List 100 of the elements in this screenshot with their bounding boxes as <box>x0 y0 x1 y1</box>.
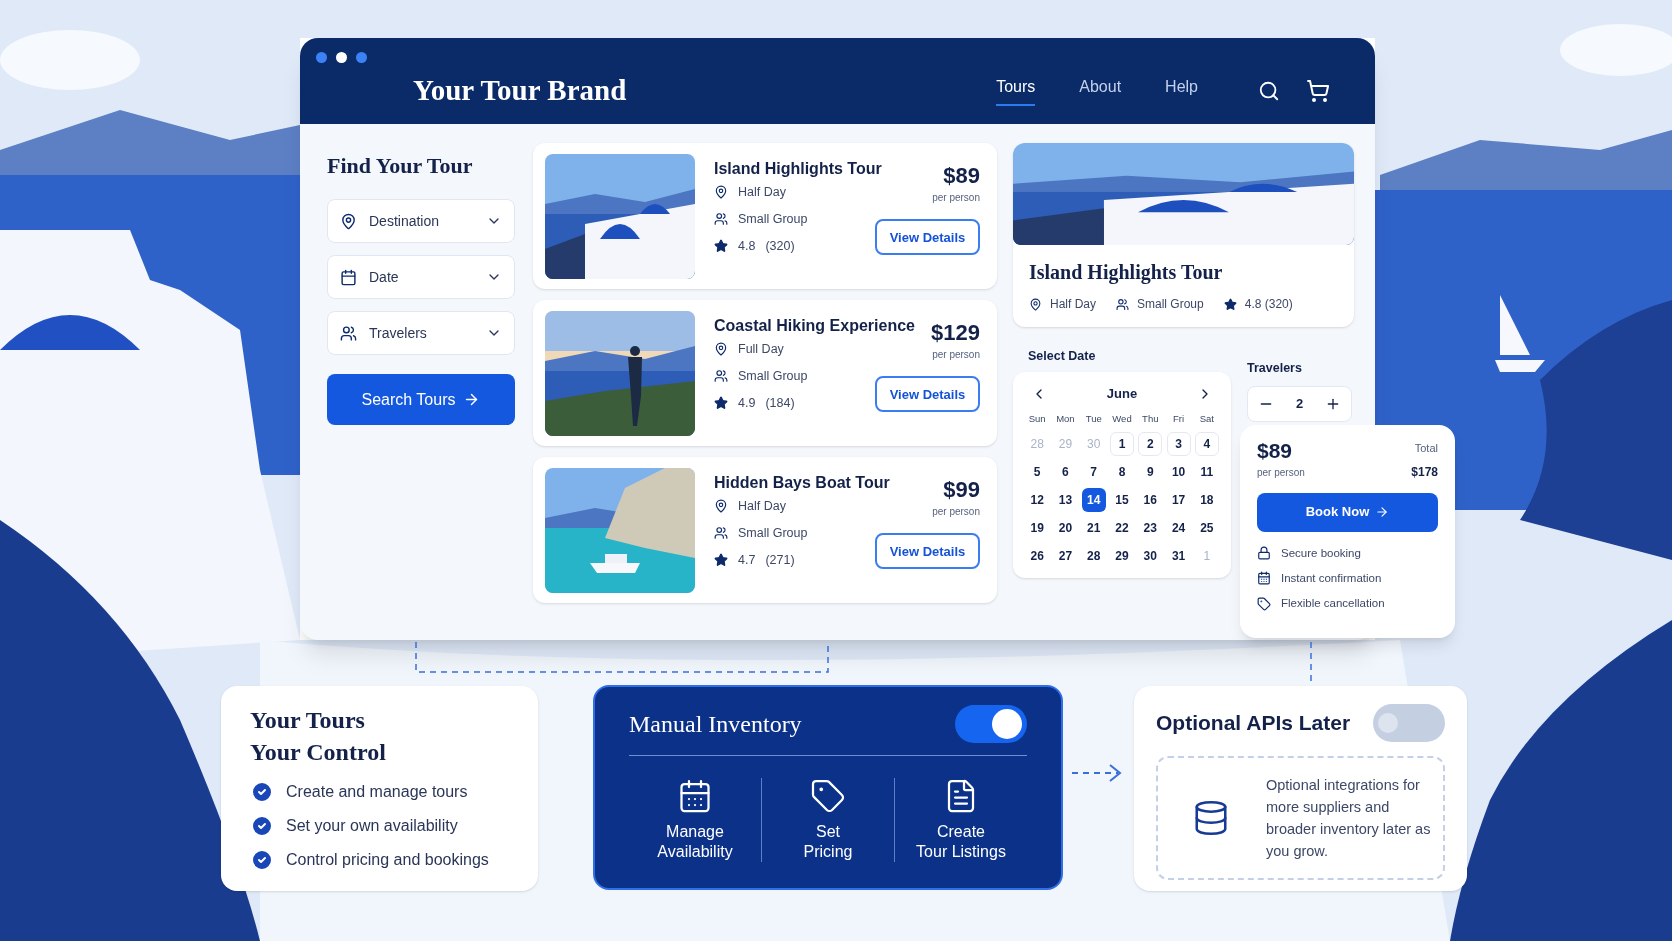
nav-link[interactable]: Tours <box>996 75 1036 107</box>
feature-text: Set your own availability <box>286 816 458 836</box>
nav-link[interactable]: Help <box>1165 75 1198 107</box>
tour-title: Coastal Hiking Experience <box>714 316 915 336</box>
calendar-day[interactable]: 17 <box>1166 488 1191 512</box>
people-icon <box>714 369 728 384</box>
calendar-day[interactable]: 8 <box>1110 460 1134 484</box>
people-icon <box>340 324 357 342</box>
nav-link[interactable]: About <box>1079 75 1122 107</box>
traveler-count: 2 <box>1294 395 1305 413</box>
weekday-label: Sat <box>1198 411 1215 426</box>
panel-title: Find Your Tour <box>327 152 474 180</box>
tour-rating: 4.9 <box>738 394 756 412</box>
calendar-day[interactable]: 6 <box>1053 460 1078 484</box>
map-pin-icon <box>714 499 728 514</box>
view-details-button[interactable]: View Details <box>875 376 980 413</box>
calendar-day[interactable]: 9 <box>1138 460 1163 484</box>
tour-price: $99 <box>943 479 980 501</box>
calendar-day[interactable]: 18 <box>1194 488 1219 512</box>
toggle-switch[interactable] <box>955 705 1027 743</box>
lock-icon <box>1257 546 1271 561</box>
calendar-day[interactable]: 10 <box>1166 460 1191 484</box>
card-title: Optional APIs Later <box>1156 710 1351 737</box>
tour-rating: 4.7 <box>738 551 756 569</box>
dropdown-field[interactable]: Date <box>327 255 515 299</box>
calendar-day[interactable]: 11 <box>1194 460 1219 484</box>
dropdown-field[interactable]: Travelers <box>327 311 515 355</box>
tour-title: Hidden Bays Boat Tour <box>714 473 890 493</box>
people-icon <box>714 212 728 227</box>
calendar-day[interactable]: 23 <box>1138 516 1163 540</box>
calendar-day[interactable]: 2 <box>1138 432 1163 456</box>
map-pin-icon <box>1029 297 1042 311</box>
detail-title: Island Highlights Tour <box>1029 260 1224 286</box>
calendar-day[interactable]: 4 <box>1194 432 1219 456</box>
group-size: Small Group <box>1137 296 1204 313</box>
price-unit: per person <box>932 348 980 362</box>
action-label: Create Tour Listings <box>916 822 1006 862</box>
tag-icon <box>810 778 846 814</box>
price-unit: per person <box>1257 466 1305 480</box>
calendar-day[interactable]: 22 <box>1110 516 1134 540</box>
search-tours-button[interactable]: Search Tours <box>327 374 515 425</box>
calendar-icon <box>677 778 713 814</box>
people-icon <box>714 526 728 541</box>
weekday-label: Thu <box>1141 411 1160 426</box>
review-count: (320) <box>765 237 795 255</box>
calendar-day[interactable]: 13 <box>1053 488 1078 512</box>
calendar-day[interactable]: 19 <box>1025 516 1050 540</box>
calendar-day[interactable]: 1 <box>1110 432 1134 456</box>
cart-icon[interactable] <box>1306 78 1330 103</box>
star-icon <box>1223 297 1237 311</box>
view-details-button[interactable]: View Details <box>875 219 980 256</box>
group-size: Small Group <box>738 367 808 385</box>
dropdown-field[interactable]: Destination <box>327 199 515 243</box>
weekday-label: Sun <box>1027 411 1047 426</box>
star-icon <box>714 552 728 567</box>
calendar-day[interactable]: 7 <box>1081 460 1106 484</box>
section-label: Select Date <box>1028 348 1097 365</box>
calendar-day[interactable]: 29 <box>1110 544 1134 568</box>
calendar-day[interactable]: 21 <box>1081 516 1106 540</box>
feature-text: Create and manage tours <box>286 782 468 802</box>
arrow-connector <box>1071 764 1122 782</box>
weekday-label: Fri <box>1172 411 1186 426</box>
card-title: Manual Inventory <box>629 710 802 739</box>
view-details-button[interactable]: View Details <box>875 533 980 570</box>
map-pin-icon <box>714 185 728 200</box>
calendar-day[interactable]: 5 <box>1025 460 1050 484</box>
calendar-day[interactable]: 28 <box>1081 544 1106 568</box>
tour-title: Island Highlights Tour <box>714 159 882 179</box>
review-count: (184) <box>765 394 795 412</box>
calendar-icon <box>340 268 357 286</box>
feature-text: Control pricing and bookings <box>286 850 489 870</box>
map-pin-icon <box>340 212 357 230</box>
tour-price: $129 <box>931 322 980 344</box>
calendar-day[interactable]: 25 <box>1194 516 1219 540</box>
action-label: Manage Availability <box>657 822 733 862</box>
tag-icon <box>1257 596 1271 611</box>
tour-rating: 4.8 <box>738 237 756 255</box>
calendar-day[interactable]: 30 <box>1138 544 1163 568</box>
calendar-day[interactable]: 14 <box>1081 488 1106 512</box>
feature-text: Flexible cancellation <box>1281 596 1385 611</box>
tour-duration: Half Day <box>738 498 786 515</box>
calendar-day[interactable]: 16 <box>1138 488 1163 512</box>
search-icon[interactable] <box>1258 79 1280 102</box>
calendar-day[interactable]: 15 <box>1110 488 1134 512</box>
feature-text: Secure booking <box>1281 545 1361 561</box>
tour-rating: 4.8 (320) <box>1244 296 1293 313</box>
calendar-day[interactable]: 3 <box>1166 432 1191 456</box>
calendar-day[interactable]: 24 <box>1166 516 1191 540</box>
calendar-day[interactable]: 27 <box>1053 544 1078 568</box>
calendar-day[interactable]: 26 <box>1025 544 1050 568</box>
tour-duration: Full Day <box>738 341 784 358</box>
booking-price: $89 <box>1257 440 1294 461</box>
section-label: Travelers <box>1247 360 1303 377</box>
calendar-day[interactable]: 12 <box>1025 488 1050 512</box>
review-count: (271) <box>765 551 795 569</box>
database-icon <box>1192 798 1230 838</box>
calendar-day[interactable]: 20 <box>1053 516 1078 540</box>
star-icon <box>714 395 728 410</box>
calendar-day[interactable]: 31 <box>1166 544 1191 568</box>
action-label: Set Pricing <box>803 822 853 862</box>
